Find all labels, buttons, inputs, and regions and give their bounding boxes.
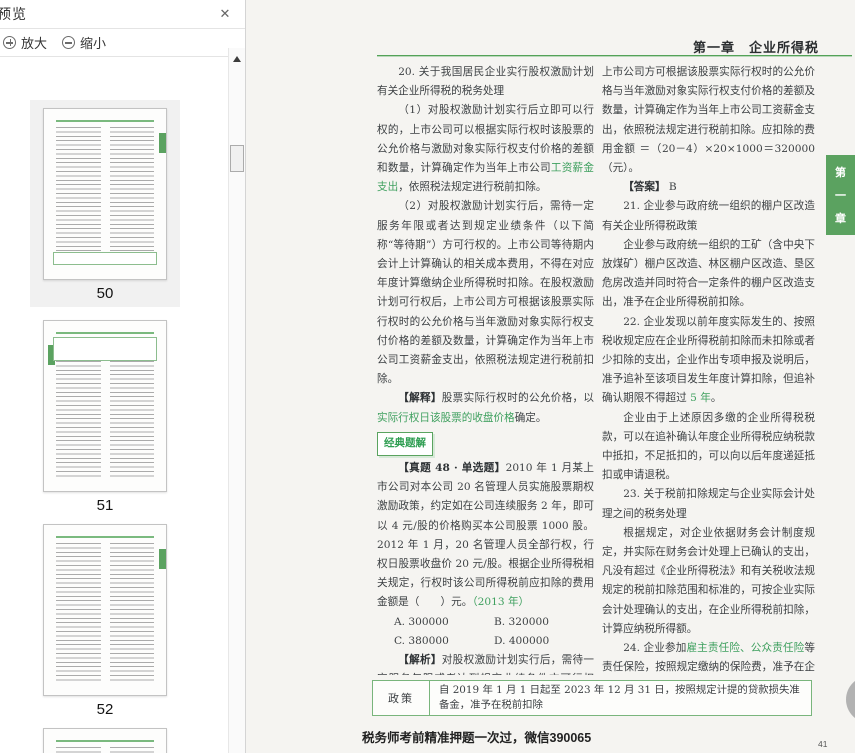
chapter-header: 第一章 企业所得税: [692, 40, 819, 55]
thumbnail-page-image: [43, 728, 167, 753]
header-rule: [377, 55, 852, 57]
thumbnail-list: 50 51 52: [0, 48, 228, 753]
chapter-tab-char: 一: [835, 190, 846, 202]
thumb-text-column: [109, 127, 154, 267]
paragraph: 根据规定，对企业依据财务会计制度规定，并实际在财务会计处理上已确认的支出，凡没有…: [602, 524, 815, 639]
text-segment: 5 年: [690, 392, 711, 405]
answer-options-row: A. 300000 B. 320000: [377, 613, 594, 632]
thumbnail-page-image: [43, 320, 167, 492]
policy-label-cell: 政策: [388, 692, 414, 705]
floating-button[interactable]: [846, 676, 855, 723]
paragraph: 21. 企业参与政府统一组织的棚户区改造有关企业所得税政策: [602, 197, 815, 235]
thumb-text-column: [109, 747, 154, 753]
thumbnail-page-image: [43, 524, 167, 696]
chapter-tab-char: 第: [835, 167, 846, 179]
text-segment: 上市公司方可根据该股票实际行权时的公允价格与当年激励对象实际行权支付价格的差额及…: [602, 66, 815, 175]
thumbnail-item[interactable]: 52: [30, 516, 180, 723]
thumb-text-column: [109, 543, 154, 683]
paragraph: 上市公司方可根据该股票实际行权时的公允价格与当年激励对象实际行权支付价格的差额及…: [602, 63, 815, 178]
text-segment: 确定。: [514, 411, 547, 424]
thumb-header-rule: [56, 120, 154, 122]
thumb-table-box: [53, 252, 157, 265]
paragraph: 企业参与政府统一组织的工矿（含中央下放煤矿）棚户区改造、林区棚户区改造、垦区危房…: [602, 236, 815, 313]
sidebar-scrollbar[interactable]: [228, 48, 245, 753]
text-segment: 股票实际行权时的公允价格，以: [441, 392, 594, 405]
footer-note: 税务师考前精准押题一次过，微信390065: [362, 731, 592, 745]
preview-panel-header: 预览 ✕: [0, 0, 245, 29]
paragraph: 【真题 48 · 单选题】2010 年 1 月某上市公司对本公司 20 名管理人…: [377, 459, 594, 613]
paragraph: （1）对股权激励计划实行后立即可以行权的，上市公司可以根据实际行权时该股票的公允…: [377, 101, 594, 197]
badge-row: 经典题解: [377, 431, 594, 457]
text-segment: 实际行权日该股票的收盘价格: [377, 411, 515, 424]
policy-text-cell: 自 2019 年 1 月 1 日起至 2023 年 12 月 31 日，按照规定…: [429, 681, 811, 715]
body-right-column: 上市公司方可根据该股票实际行权时的公允价格与当年激励对象实际行权支付价格的差额及…: [602, 63, 815, 675]
thumb-header-rule: [56, 740, 154, 742]
paragraph: 【解析】对股权激励计划实行后，需待一定服务年限或者达到规定业绩条件方可行权的，上…: [377, 651, 594, 675]
panel-title: 预览: [0, 6, 27, 22]
text-segment: 雇主责任险、公众责任险: [686, 642, 805, 655]
policy-table: 政策 自 2019 年 1 月 1 日起至 2023 年 12 月 31 日，按…: [372, 680, 812, 716]
text-segment: 20. 关于我国居民企业实行股权激励计划有关企业所得税的税务处理: [377, 66, 594, 98]
thumbnail-item[interactable]: 50: [30, 100, 180, 307]
thumb-text-column: [56, 747, 101, 753]
thumb-text-column: [56, 127, 101, 267]
option-cell: A. 300000: [393, 615, 449, 628]
thumb-table-box: [53, 337, 157, 361]
scrollbar-thumb[interactable]: [230, 145, 244, 172]
chapter-tab-char: 章: [835, 213, 846, 225]
thumb-text-columns: [56, 543, 154, 683]
thumbnail-item[interactable]: 51: [30, 312, 180, 519]
text-segment: 2010 年 1 月某上市公司对本公司 20 名管理人员实施股票期权激励政策，约…: [377, 462, 594, 609]
text-segment: 21. 企业参与政府统一组织的棚户区改造有关企业所得税政策: [602, 200, 815, 232]
paragraph: （2）对股权激励计划实行后，需待一定服务年限或者达到规定业绩条件（以下简称“等待…: [377, 197, 594, 389]
thumb-chapter-tab: [159, 549, 166, 569]
preview-panel: 预览 ✕ 放大 缩小 50 51 52: [0, 0, 246, 753]
text-segment: 23. 关于税前扣除规定与企业实际会计处理之间的税务处理: [602, 488, 815, 520]
text-segment: 根据规定，对企业依据财务会计制度规定，并实际在财务会计处理上已确认的支出，凡没有…: [602, 526, 815, 635]
paragraph: 22. 企业发现以前年度实际发生的、按照税收规定应在企业所得税前扣除而未扣除或者…: [602, 313, 815, 409]
text-segment: 企业由于上述原因多缴的企业所得税税款，可以在追补确认年度企业所得税应纳税款中抵扣…: [602, 411, 815, 482]
answer-options-row: C. 380000 D. 400000: [377, 632, 594, 651]
paragraph: 【答案】 B: [602, 178, 815, 197]
body-left-column: 20. 关于我国居民企业实行股权激励计划有关企业所得税的税务处理 （1）对股权激励…: [377, 63, 594, 675]
thumbnail-item[interactable]: [30, 720, 180, 753]
text-segment: B: [665, 181, 677, 194]
thumb-chapter-tab: [159, 133, 166, 153]
paragraph: 【解释】股票实际行权时的公允价格，以实际行权日该股票的收盘价格确定。: [377, 389, 594, 427]
page-number: 41: [818, 739, 828, 749]
option-cell: D. 400000: [493, 634, 550, 647]
paragraph: 23. 关于税前扣除规定与企业实际会计处理之间的税务处理: [602, 485, 815, 523]
thumbnail-page-label: 51: [96, 497, 114, 514]
text-segment: （2）对股权激励计划实行后，需待一定服务年限或者达到规定业绩条件（以下简称“等待…: [377, 200, 594, 386]
thumbnail-page-image: [43, 108, 167, 280]
text-segment: 【答案】: [623, 181, 666, 194]
thumb-header-rule: [56, 536, 154, 538]
text-segment: 【解释】: [398, 392, 442, 405]
text-segment: 。: [710, 392, 722, 405]
classic-problems-badge: 经典题解: [377, 431, 433, 457]
paragraph: 20. 关于我国居民企业实行股权激励计划有关企业所得税的税务处理: [377, 63, 594, 101]
thumb-text-columns: [56, 747, 154, 753]
text-segment: （2013 年）: [472, 596, 530, 609]
thumb-header-rule: [56, 332, 154, 334]
paragraph: 24. 企业参加雇主责任险、公众责任险等责任保险，按照规定缴纳的保险费，准予在企…: [602, 639, 815, 675]
text-segment: 【解析】: [398, 654, 442, 667]
close-icon[interactable]: ✕: [216, 5, 234, 23]
text-segment: ，依照税法规定进行税前扣除。: [398, 181, 547, 194]
thumbnail-page-label: 52: [96, 701, 114, 718]
text-segment: 企业参与政府统一组织的工矿（含中央下放煤矿）棚户区改造、林区棚户区改造、垦区危房…: [602, 238, 815, 309]
text-segment: 24. 企业参加: [623, 642, 687, 655]
chapter-side-tab: 第一章: [826, 155, 855, 235]
option-cell: B. 320000: [493, 615, 549, 628]
option-cell: C. 380000: [393, 634, 449, 647]
thumbnail-page-label: 50: [96, 285, 114, 302]
paragraph: 企业由于上述原因多缴的企业所得税税款，可以在追补确认年度企业所得税应纳税款中抵扣…: [602, 409, 815, 486]
scroll-up-icon[interactable]: [233, 56, 241, 62]
text-segment: 【真题 48 · 单选题】: [398, 462, 506, 475]
main-viewer: 第一章 企业所得税 20. 关于我国居民企业实行股权激励计划有关企业所得税的税务…: [246, 0, 855, 753]
thumb-text-column: [56, 543, 101, 683]
thumb-text-columns: [56, 127, 154, 267]
